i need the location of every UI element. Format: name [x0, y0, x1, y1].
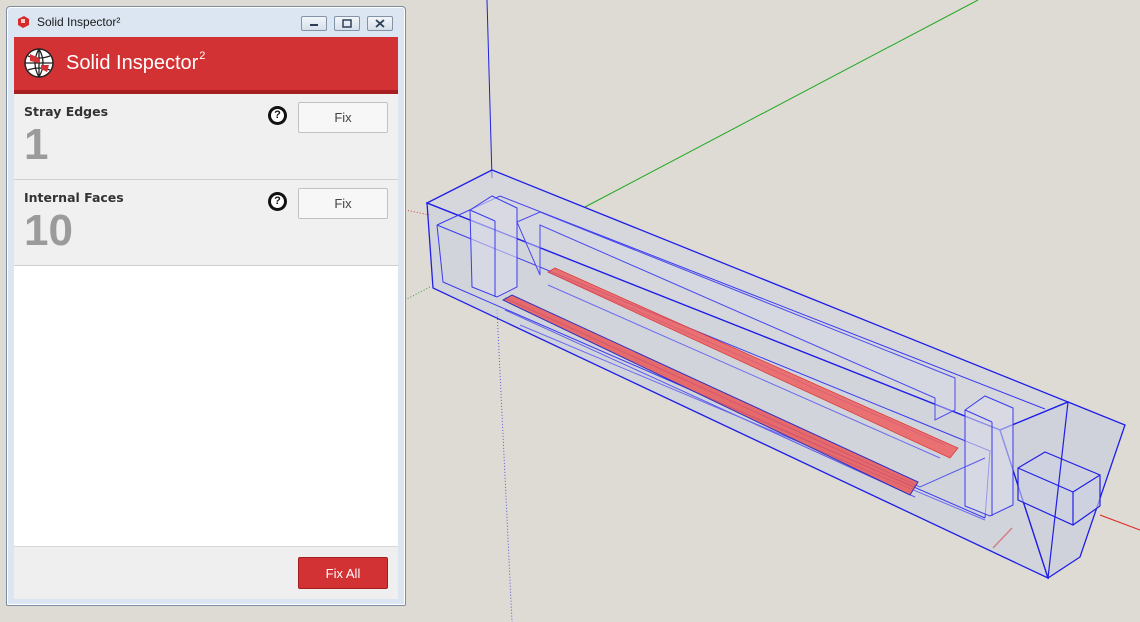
fix-all-button[interactable]: Fix All [298, 557, 388, 589]
globe-icon [24, 48, 54, 78]
fix-internal-faces-button[interactable]: Fix [298, 188, 388, 219]
question-icon[interactable]: ? [268, 192, 287, 211]
panel-footer: Fix All [14, 546, 398, 599]
close-button[interactable] [367, 16, 393, 31]
inspector-panel: Solid Inspector2 Stray Edges 1 ? Fix Int… [14, 37, 398, 599]
check-label: Stray Edges [24, 104, 109, 119]
panel-title: Solid Inspector2 [66, 50, 205, 75]
panel-title-superscript: 2 [199, 50, 206, 62]
red-axis-dotted [404, 209, 431, 216]
question-icon[interactable]: ? [268, 106, 287, 125]
sketchup-icon [18, 16, 29, 28]
maximize-button[interactable] [334, 16, 360, 31]
check-count: 10 [24, 206, 73, 255]
panel-header: Solid Inspector2 [14, 37, 398, 94]
close-icon [375, 19, 385, 28]
fix-stray-edges-button[interactable]: Fix [298, 102, 388, 133]
check-row-internal-faces: Internal Faces 10 ? Fix [14, 180, 398, 266]
blue-axis-dotted [496, 309, 513, 622]
green-axis [584, 0, 979, 208]
green-axis-dotted [404, 286, 431, 301]
panel-title-text: Solid Inspector [66, 52, 199, 74]
window-titlebar[interactable]: Solid Inspector² [7, 7, 405, 37]
window-title: Solid Inspector² [37, 15, 121, 29]
check-row-stray-edges: Stray Edges 1 ? Fix [14, 94, 398, 180]
check-label: Internal Faces [24, 190, 124, 205]
check-count: 1 [24, 120, 49, 169]
maximize-icon [342, 19, 352, 28]
minimize-button[interactable] [301, 16, 327, 31]
minimize-icon [310, 24, 318, 26]
solid-inspector-window[interactable]: Solid Inspector² Solid Inspector2 Stray … [6, 6, 406, 606]
red-axis [1099, 514, 1140, 531]
blue-axis [486, 0, 493, 179]
